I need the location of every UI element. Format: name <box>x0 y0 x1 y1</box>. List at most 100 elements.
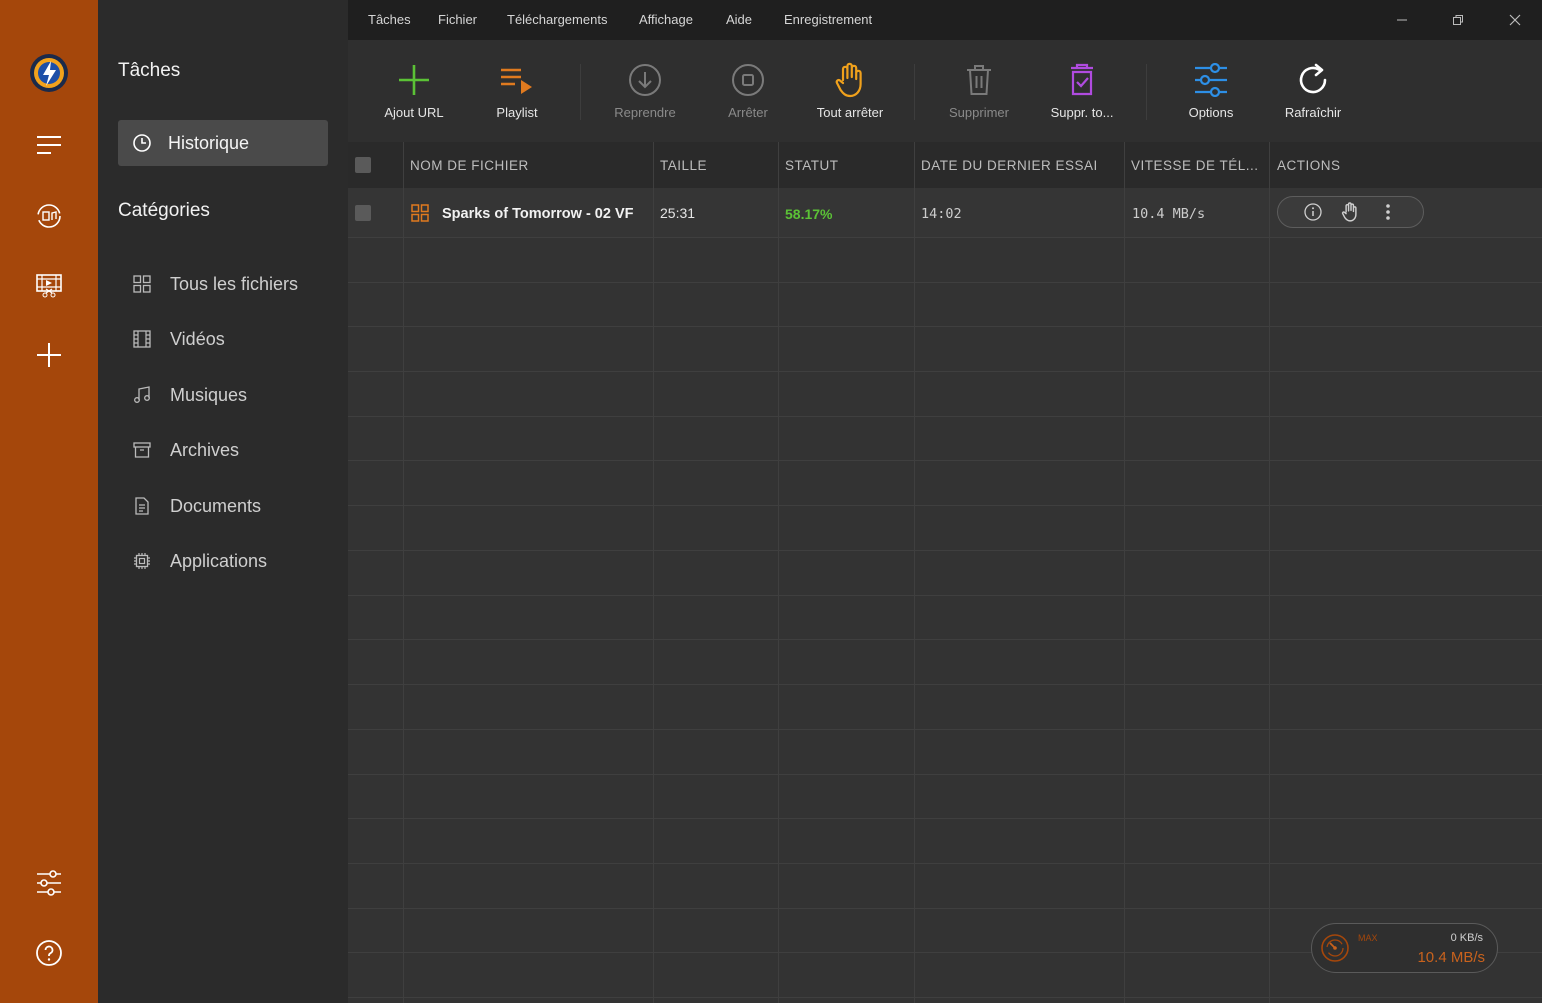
grid-line <box>348 774 1542 775</box>
grid-line <box>348 863 1542 864</box>
grid-line <box>914 142 915 1003</box>
document-icon <box>132 496 152 516</box>
grid-line <box>348 505 1542 506</box>
col-header-filename[interactable]: NOM DE FICHIER <box>410 158 529 173</box>
delete-all-label: Suppr. to... <box>1050 105 1114 120</box>
plus-icon <box>394 60 434 100</box>
stop-all-button[interactable]: Tout arrêter <box>800 60 900 120</box>
menu-view[interactable]: Affichage <box>639 12 693 27</box>
sidebar-item-label: Historique <box>168 132 250 153</box>
menu-downloads[interactable]: Téléchargements <box>507 12 607 27</box>
select-all-checkbox[interactable] <box>355 157 371 173</box>
refresh-label: Rafraîchir <box>1284 105 1342 120</box>
row-checkbox[interactable] <box>355 205 371 221</box>
menu-help[interactable]: Aide <box>726 12 752 27</box>
menu-registration[interactable]: Enregistrement <box>784 12 872 27</box>
add-url-label: Ajout URL <box>384 105 444 120</box>
chip-icon <box>132 551 152 571</box>
grid-line <box>348 371 1542 372</box>
file-speed: 10.4 MB/s <box>1132 206 1206 222</box>
grid-line <box>348 908 1542 909</box>
grid-line <box>348 729 1542 730</box>
table-header: NOM DE FICHIER TAILLE STATUT DATE DU DER… <box>348 142 1542 188</box>
grid-line <box>348 997 1542 998</box>
left-rail <box>0 0 98 1003</box>
sidebar-item-documents[interactable]: Documents <box>132 491 261 521</box>
restore-icon[interactable] <box>1444 8 1472 32</box>
sidebar-item-label: Documents <box>170 495 262 516</box>
stop-circle-icon <box>728 60 768 100</box>
toolbar: Ajout URL Playlist Reprendre Arrêter Tou… <box>348 40 1542 142</box>
menu-file[interactable]: Fichier <box>438 12 477 27</box>
sidebar-item-label: Musiques <box>170 384 248 405</box>
delete-label: Supprimer <box>949 105 1009 120</box>
sidebar-item-videos[interactable]: Vidéos <box>132 324 225 354</box>
sidebar-item-music[interactable]: Musiques <box>132 380 247 410</box>
resume-button[interactable]: Reprendre <box>595 60 695 120</box>
menu-tasks[interactable]: Tâches <box>368 12 411 27</box>
add-url-button[interactable]: Ajout URL <box>364 60 464 120</box>
options-label: Options <box>1188 105 1234 120</box>
grid-line <box>403 142 404 1003</box>
archive-icon <box>132 440 152 460</box>
help-icon[interactable] <box>24 928 74 978</box>
stop-button[interactable]: Arrêter <box>698 60 798 120</box>
options-button[interactable]: Options <box>1161 60 1261 120</box>
delete-all-button[interactable]: Suppr. to... <box>1032 60 1132 120</box>
toolbar-divider <box>580 64 581 120</box>
close-icon[interactable] <box>1501 8 1529 32</box>
file-size: 25:31 <box>660 205 696 221</box>
speed-max-label: MAX <box>1358 933 1378 943</box>
more-vertical-icon[interactable] <box>1377 201 1399 223</box>
table-row[interactable]: Sparks of Tomorrow - 02 VF 25:31 58.17% … <box>348 188 1542 238</box>
resume-label: Reprendre <box>614 105 676 120</box>
col-header-actions: ACTIONS <box>1277 158 1341 173</box>
grid-line <box>348 818 1542 819</box>
row-actions <box>1277 196 1424 228</box>
audio-convert-icon[interactable] <box>24 191 74 241</box>
sidebar: Tâches Historique Catégories Tous les fi… <box>98 0 348 1003</box>
col-header-speed[interactable]: VITESSE DE TÉL... <box>1131 158 1259 173</box>
grid-line <box>1124 142 1125 1003</box>
stop-all-label: Tout arrêter <box>816 105 884 120</box>
refresh-icon <box>1293 60 1333 100</box>
video-cut-icon[interactable] <box>24 260 74 310</box>
speed-widget[interactable]: MAX 0 KB/s 10.4 MB/s <box>1311 923 1498 973</box>
sidebar-item-history[interactable]: Historique <box>118 120 328 166</box>
col-header-size[interactable]: TAILLE <box>660 158 707 173</box>
grid-line <box>348 282 1542 283</box>
col-header-last-attempt[interactable]: DATE DU DERNIER ESSAI <box>921 158 1098 173</box>
download-speed: 10.4 MB/s <box>1417 949 1485 966</box>
toolbar-divider <box>914 64 915 120</box>
sliders-icon <box>1191 60 1231 100</box>
playlist-label: Playlist <box>496 105 538 120</box>
grid-line <box>348 639 1542 640</box>
sidebar-item-label: Applications <box>170 550 268 571</box>
grid-icon <box>411 204 429 227</box>
trash-icon <box>959 60 999 100</box>
delete-button[interactable]: Supprimer <box>929 60 1029 120</box>
stop-label: Arrêter <box>728 105 768 120</box>
grid-line <box>348 326 1542 327</box>
col-header-status[interactable]: STATUT <box>785 158 839 173</box>
minimize-icon[interactable] <box>1388 8 1416 32</box>
info-icon[interactable] <box>1302 201 1324 223</box>
menu-icon[interactable] <box>24 120 74 170</box>
film-icon <box>132 329 152 349</box>
download-circle-icon <box>625 60 665 100</box>
sidebar-item-label: Tous les fichiers <box>170 273 299 294</box>
grid-line <box>348 684 1542 685</box>
sidebar-title: Tâches <box>118 60 181 81</box>
settings-sliders-icon[interactable] <box>24 858 74 908</box>
add-icon[interactable] <box>24 330 74 380</box>
file-last-attempt: 14:02 <box>921 206 962 222</box>
sidebar-item-applications[interactable]: Applications <box>132 546 267 576</box>
refresh-button[interactable]: Rafraîchir <box>1263 60 1363 120</box>
grid-line <box>1269 142 1270 1003</box>
sidebar-item-all-files[interactable]: Tous les fichiers <box>132 269 298 299</box>
hand-stop-icon[interactable] <box>1339 201 1361 223</box>
playlist-button[interactable]: Playlist <box>467 60 567 120</box>
file-name: Sparks of Tomorrow - 02 VF <box>442 206 634 222</box>
playlist-icon <box>497 60 537 100</box>
sidebar-item-archives[interactable]: Archives <box>132 435 239 465</box>
